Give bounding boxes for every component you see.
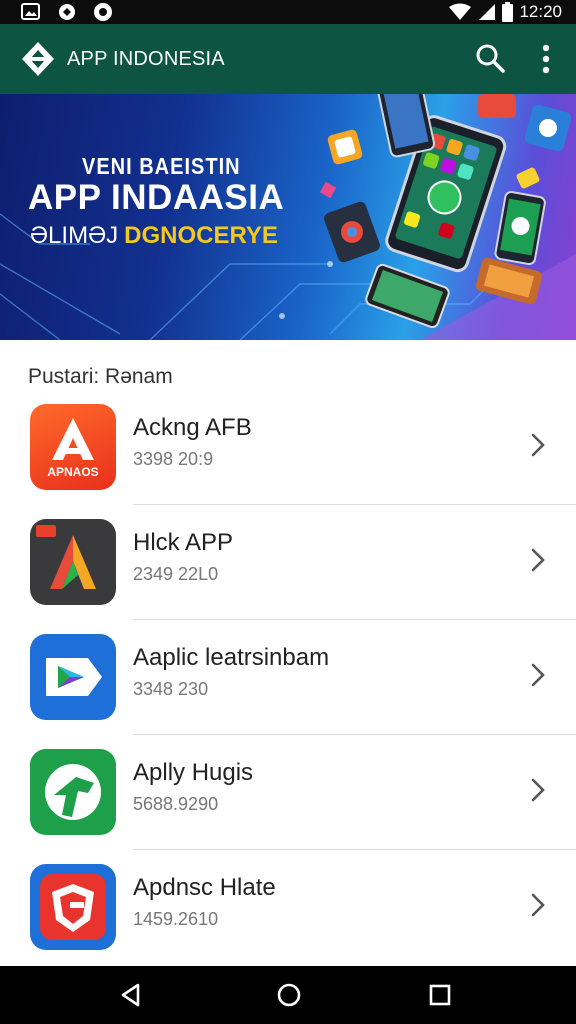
- signal-icon: [479, 4, 496, 20]
- app-meta: 3398 20:9: [133, 449, 214, 469]
- red-shield-icon: [30, 864, 116, 950]
- app-meta: 2349 22L0: [133, 564, 219, 584]
- diamond-logo-icon: [22, 42, 54, 76]
- app-meta: 5688.9290: [133, 794, 219, 814]
- app-notification-icon: [59, 4, 75, 20]
- multicolor-a-icon: [30, 519, 116, 605]
- banner-line-1: VENI BAEISTIN: [82, 154, 241, 180]
- search-icon[interactable]: [474, 42, 506, 74]
- list-item[interactable]: Aplly Hugis 5688.9290: [0, 735, 576, 850]
- banner-headline: APP INDAASIA: [28, 178, 285, 217]
- app-bar: APP INDONESIA: [0, 24, 576, 94]
- chevron-right-icon: [531, 663, 545, 687]
- play-arrow-icon: [30, 634, 116, 720]
- list-item[interactable]: Hlck APP 2349 22L0: [0, 505, 576, 620]
- wifi-icon: [449, 3, 472, 20]
- back-icon[interactable]: [118, 982, 144, 1008]
- letter-a-icon: APNAOS: [30, 404, 116, 490]
- green-arrow-icon: [30, 749, 116, 835]
- list-item[interactable]: Apdnsc Hlate 1459.2610: [0, 850, 576, 965]
- status-time: 12:20: [519, 2, 562, 21]
- image-notification-icon: [21, 3, 40, 20]
- status-bar: 12:20: [0, 0, 576, 24]
- app-icon-text: APNAOS: [47, 465, 98, 479]
- app-name: Apdnsc Hlate: [133, 874, 276, 901]
- chevron-right-icon: [531, 433, 545, 457]
- home-icon[interactable]: [276, 982, 302, 1008]
- app-title: APP INDONESIA: [67, 48, 225, 70]
- app-name: Aplly Hugis: [133, 759, 254, 786]
- app-name: Hlck APP: [133, 529, 234, 556]
- list-item[interactable]: APNAOS Ackng AFB 3398 20:9: [0, 390, 576, 505]
- app-meta: 3348 230: [133, 679, 209, 699]
- promo-banner[interactable]: VENI BAEISTIN APP INDAASIA ƏLIMƏJ DGNOCER…: [0, 94, 576, 340]
- banner-line-3-highlight: DGNOCERYE: [124, 222, 278, 249]
- app-list: APNAOS Ackng AFB 3398 20:9 Hlck APP 2349…: [0, 390, 576, 965]
- list-item[interactable]: Aaplic leatrsinbam 3348 230: [0, 620, 576, 735]
- chevron-right-icon: [531, 548, 545, 572]
- app-meta: 1459.2610: [133, 909, 219, 929]
- section-title: Pustari: Rənam: [28, 365, 173, 388]
- banner-line-3: ƏLIMƏJ DGNOCERYE: [30, 222, 278, 250]
- chevron-right-icon: [531, 778, 545, 802]
- banner-line-3-a: ƏLIMƏJ: [30, 222, 119, 249]
- app-name: Aaplic leatrsinbam: [133, 644, 330, 671]
- chevron-right-icon: [531, 893, 545, 917]
- app-list-section: Pustari: Rənam APNAOS Ackng AFB 3398 20:…: [0, 340, 576, 966]
- system-nav-bar: [0, 966, 576, 1024]
- app-name: Ackng AFB: [133, 414, 252, 441]
- recents-icon[interactable]: [428, 983, 452, 1007]
- sync-notification-icon: [94, 3, 112, 21]
- battery-icon: [502, 2, 514, 22]
- more-vert-icon[interactable]: [530, 42, 562, 76]
